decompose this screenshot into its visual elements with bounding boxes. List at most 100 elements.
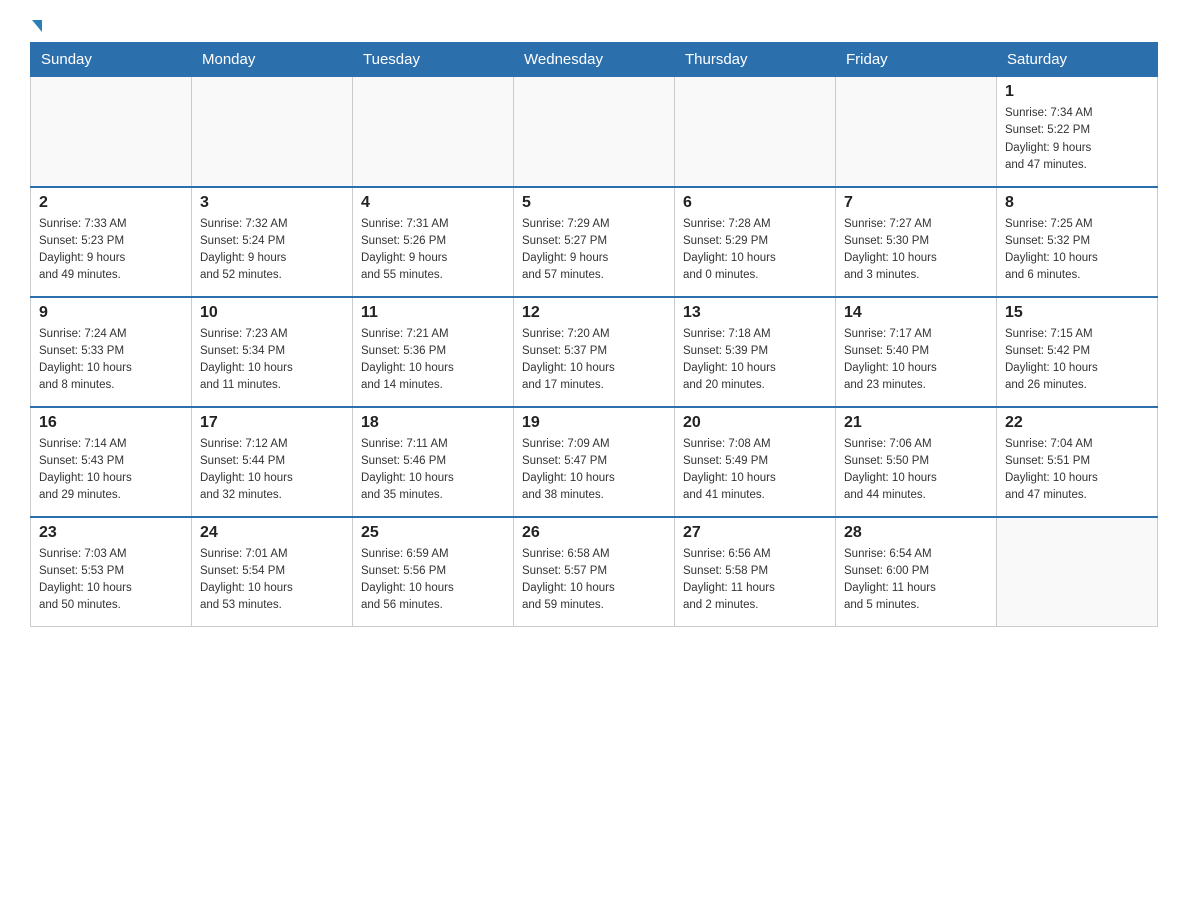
day-number: 17 <box>200 414 344 432</box>
day-number: 6 <box>683 194 827 212</box>
calendar-day-7: 7 Sunrise: 7:27 AM Sunset: 5:30 PM Daylig… <box>836 187 997 297</box>
empty-cell <box>997 517 1158 627</box>
calendar-day-4: 4 Sunrise: 7:31 AM Sunset: 5:26 PM Daylig… <box>353 187 514 297</box>
day-info: Sunrise: 7:21 AM Sunset: 5:36 PM Dayligh… <box>361 326 505 395</box>
day-info: Sunrise: 7:17 AM Sunset: 5:40 PM Dayligh… <box>844 326 988 395</box>
day-info: Sunrise: 7:11 AM Sunset: 5:46 PM Dayligh… <box>361 436 505 505</box>
day-number: 1 <box>1005 83 1149 101</box>
calendar-day-11: 11 Sunrise: 7:21 AM Sunset: 5:36 PM Dayli… <box>353 297 514 407</box>
day-info: Sunrise: 6:59 AM Sunset: 5:56 PM Dayligh… <box>361 546 505 615</box>
calendar-day-14: 14 Sunrise: 7:17 AM Sunset: 5:40 PM Dayli… <box>836 297 997 407</box>
calendar-day-22: 22 Sunrise: 7:04 AM Sunset: 5:51 PM Dayli… <box>997 407 1158 517</box>
calendar-day-5: 5 Sunrise: 7:29 AM Sunset: 5:27 PM Daylig… <box>514 187 675 297</box>
calendar-day-1: 1 Sunrise: 7:34 AM Sunset: 5:22 PM Daylig… <box>997 77 1158 187</box>
empty-cell <box>353 77 514 187</box>
weekday-header-tuesday: Tuesday <box>353 43 514 77</box>
calendar-day-17: 17 Sunrise: 7:12 AM Sunset: 5:44 PM Dayli… <box>192 407 353 517</box>
day-number: 24 <box>200 524 344 542</box>
weekday-header-thursday: Thursday <box>675 43 836 77</box>
day-number: 25 <box>361 524 505 542</box>
day-number: 2 <box>39 194 183 212</box>
day-info: Sunrise: 7:04 AM Sunset: 5:51 PM Dayligh… <box>1005 436 1149 505</box>
calendar-day-12: 12 Sunrise: 7:20 AM Sunset: 5:37 PM Dayli… <box>514 297 675 407</box>
day-info: Sunrise: 7:24 AM Sunset: 5:33 PM Dayligh… <box>39 326 183 395</box>
calendar-week-row-1: 1 Sunrise: 7:34 AM Sunset: 5:22 PM Daylig… <box>31 77 1158 187</box>
calendar-week-row-3: 9 Sunrise: 7:24 AM Sunset: 5:33 PM Daylig… <box>31 297 1158 407</box>
empty-cell <box>192 77 353 187</box>
day-info: Sunrise: 7:08 AM Sunset: 5:49 PM Dayligh… <box>683 436 827 505</box>
day-number: 14 <box>844 304 988 322</box>
calendar-day-24: 24 Sunrise: 7:01 AM Sunset: 5:54 PM Dayli… <box>192 517 353 627</box>
day-info: Sunrise: 7:27 AM Sunset: 5:30 PM Dayligh… <box>844 216 988 285</box>
day-number: 26 <box>522 524 666 542</box>
day-info: Sunrise: 7:33 AM Sunset: 5:23 PM Dayligh… <box>39 216 183 285</box>
empty-cell <box>514 77 675 187</box>
day-number: 13 <box>683 304 827 322</box>
day-info: Sunrise: 7:15 AM Sunset: 5:42 PM Dayligh… <box>1005 326 1149 395</box>
day-number: 12 <box>522 304 666 322</box>
calendar-week-row-5: 23 Sunrise: 7:03 AM Sunset: 5:53 PM Dayli… <box>31 517 1158 627</box>
calendar-week-row-2: 2 Sunrise: 7:33 AM Sunset: 5:23 PM Daylig… <box>31 187 1158 297</box>
empty-cell <box>675 77 836 187</box>
day-number: 28 <box>844 524 988 542</box>
weekday-header-row: SundayMondayTuesdayWednesdayThursdayFrid… <box>31 43 1158 77</box>
day-info: Sunrise: 7:31 AM Sunset: 5:26 PM Dayligh… <box>361 216 505 285</box>
calendar-day-21: 21Sunrise: 7:06 AM Sunset: 5:50 PM Dayli… <box>836 407 997 517</box>
calendar-day-6: 6 Sunrise: 7:28 AM Sunset: 5:29 PM Daylig… <box>675 187 836 297</box>
day-info: Sunrise: 7:29 AM Sunset: 5:27 PM Dayligh… <box>522 216 666 285</box>
day-info: Sunrise: 6:56 AM Sunset: 5:58 PM Dayligh… <box>683 546 827 615</box>
day-number: 19 <box>522 414 666 432</box>
calendar-table: SundayMondayTuesdayWednesdayThursdayFrid… <box>30 42 1158 627</box>
calendar-day-27: 27 Sunrise: 6:56 AM Sunset: 5:58 PM Dayli… <box>675 517 836 627</box>
day-number: 9 <box>39 304 183 322</box>
calendar-day-16: 16 Sunrise: 7:14 AM Sunset: 5:43 PM Dayli… <box>31 407 192 517</box>
day-info: Sunrise: 7:03 AM Sunset: 5:53 PM Dayligh… <box>39 546 183 615</box>
day-number: 16 <box>39 414 183 432</box>
day-number: 15 <box>1005 304 1149 322</box>
day-number: 21 <box>844 414 988 432</box>
day-info: Sunrise: 7:01 AM Sunset: 5:54 PM Dayligh… <box>200 546 344 615</box>
calendar-day-25: 25 Sunrise: 6:59 AM Sunset: 5:56 PM Dayli… <box>353 517 514 627</box>
day-info: Sunrise: 7:18 AM Sunset: 5:39 PM Dayligh… <box>683 326 827 395</box>
calendar-week-row-4: 16 Sunrise: 7:14 AM Sunset: 5:43 PM Dayli… <box>31 407 1158 517</box>
day-number: 22 <box>1005 414 1149 432</box>
day-info: Sunrise: 7:32 AM Sunset: 5:24 PM Dayligh… <box>200 216 344 285</box>
calendar-day-23: 23 Sunrise: 7:03 AM Sunset: 5:53 PM Dayli… <box>31 517 192 627</box>
day-number: 27 <box>683 524 827 542</box>
weekday-header-saturday: Saturday <box>997 43 1158 77</box>
day-number: 23 <box>39 524 183 542</box>
calendar-day-8: 8 Sunrise: 7:25 AM Sunset: 5:32 PM Daylig… <box>997 187 1158 297</box>
day-info: Sunrise: 7:25 AM Sunset: 5:32 PM Dayligh… <box>1005 216 1149 285</box>
day-info: Sunrise: 7:23 AM Sunset: 5:34 PM Dayligh… <box>200 326 344 395</box>
day-number: 4 <box>361 194 505 212</box>
weekday-header-monday: Monday <box>192 43 353 77</box>
day-number: 7 <box>844 194 988 212</box>
day-info: Sunrise: 7:12 AM Sunset: 5:44 PM Dayligh… <box>200 436 344 505</box>
day-info: Sunrise: 7:09 AM Sunset: 5:47 PM Dayligh… <box>522 436 666 505</box>
calendar-day-28: 28Sunrise: 6:54 AM Sunset: 6:00 PM Dayli… <box>836 517 997 627</box>
calendar-day-13: 13 Sunrise: 7:18 AM Sunset: 5:39 PM Dayli… <box>675 297 836 407</box>
calendar-day-15: 15 Sunrise: 7:15 AM Sunset: 5:42 PM Dayli… <box>997 297 1158 407</box>
day-info: Sunrise: 7:20 AM Sunset: 5:37 PM Dayligh… <box>522 326 666 395</box>
calendar-day-2: 2 Sunrise: 7:33 AM Sunset: 5:23 PM Daylig… <box>31 187 192 297</box>
day-info: Sunrise: 7:34 AM Sunset: 5:22 PM Dayligh… <box>1005 105 1149 174</box>
day-info: Sunrise: 7:14 AM Sunset: 5:43 PM Dayligh… <box>39 436 183 505</box>
day-number: 5 <box>522 194 666 212</box>
day-number: 11 <box>361 304 505 322</box>
day-number: 18 <box>361 414 505 432</box>
calendar-day-20: 20 Sunrise: 7:08 AM Sunset: 5:49 PM Dayli… <box>675 407 836 517</box>
calendar-day-18: 18 Sunrise: 7:11 AM Sunset: 5:46 PM Dayli… <box>353 407 514 517</box>
weekday-header-sunday: Sunday <box>31 43 192 77</box>
day-number: 3 <box>200 194 344 212</box>
day-number: 8 <box>1005 194 1149 212</box>
weekday-header-friday: Friday <box>836 43 997 77</box>
empty-cell <box>31 77 192 187</box>
calendar-day-10: 10Sunrise: 7:23 AM Sunset: 5:34 PM Dayli… <box>192 297 353 407</box>
day-number: 20 <box>683 414 827 432</box>
logo <box>30 20 42 32</box>
logo-arrow-icon <box>32 20 42 32</box>
empty-cell <box>836 77 997 187</box>
weekday-header-wednesday: Wednesday <box>514 43 675 77</box>
day-info: Sunrise: 7:28 AM Sunset: 5:29 PM Dayligh… <box>683 216 827 285</box>
calendar-day-3: 3 Sunrise: 7:32 AM Sunset: 5:24 PM Daylig… <box>192 187 353 297</box>
